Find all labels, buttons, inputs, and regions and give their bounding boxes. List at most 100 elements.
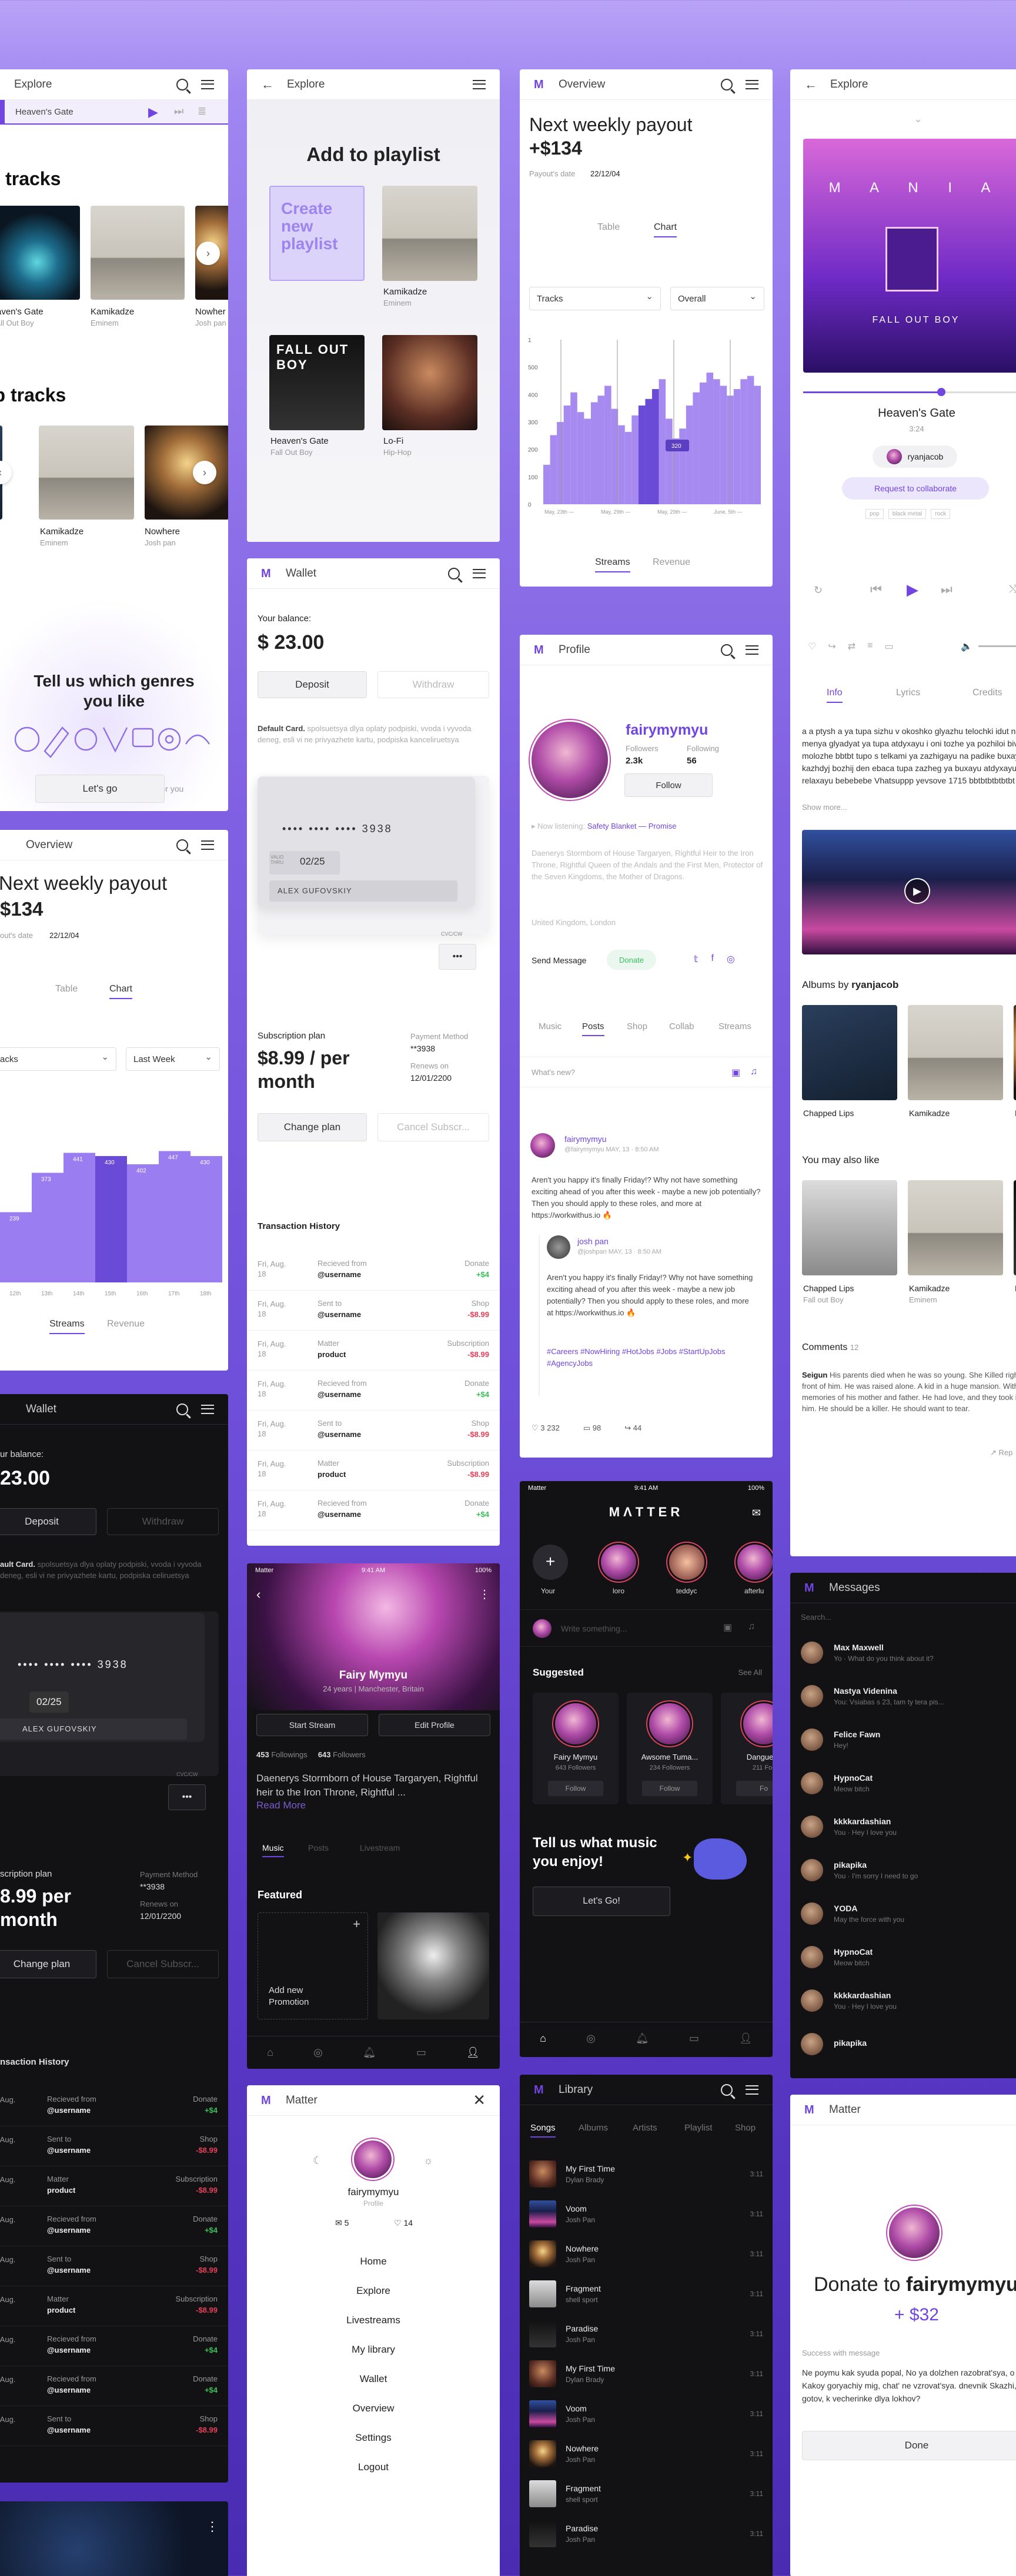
conversation-row[interactable]: HypnoCat Meow bitch (790, 1762, 1016, 1804)
transaction-row[interactable]: Fri, Aug. 18 Recieved from @username Donate… (0, 2090, 228, 2126)
collapse-icon[interactable]: ⌄ (914, 113, 923, 125)
conversation-row[interactable]: HypnoCat Meow bitch (790, 1936, 1016, 1978)
featured-art[interactable] (377, 1912, 489, 2019)
image-icon[interactable]: ▣ (731, 1067, 740, 1078)
post-avatar[interactable] (530, 1133, 555, 1158)
song-row[interactable]: Paradise Josh Pan 3:11 (529, 2514, 763, 2553)
album-art[interactable] (908, 1180, 1003, 1275)
conversation-row[interactable]: kkkkardashian You · Hey I love you (790, 1805, 1016, 1848)
back-icon[interactable]: ← (261, 77, 274, 92)
story-avatar[interactable] (669, 1545, 704, 1580)
avatar[interactable] (532, 722, 608, 798)
period-select[interactable]: Overall (670, 287, 764, 310)
menu-icon[interactable] (201, 1404, 214, 1414)
withdraw-button[interactable]: Withdraw (107, 1508, 219, 1535)
tab-chart[interactable]: Chart (109, 984, 133, 999)
period-select[interactable]: Last Week (126, 1047, 220, 1071)
transaction-row[interactable]: Fri, Aug. 18 Sent to @username Shop -$8.99 (0, 2250, 228, 2286)
transaction-row[interactable]: Fri, Aug. 18 Matter product Subscription -$8… (247, 1334, 500, 1371)
more-icon[interactable]: ⋮ (479, 1587, 490, 1602)
conversation-row[interactable]: Max Maxwell Yo · What do you think about … (790, 1632, 1016, 1674)
close-icon[interactable]: ✕ (473, 2091, 486, 2109)
album-art[interactable] (802, 1005, 897, 1100)
volume-slider[interactable] (978, 645, 1016, 647)
donate-button[interactable]: Donate (607, 950, 656, 970)
menu-item[interactable]: Livestreams (247, 2314, 500, 2326)
transaction-row[interactable]: Fri, Aug. 18 Matter product Subscription -$8… (247, 1454, 500, 1490)
profile-icon[interactable]: 👤︎ (466, 2046, 480, 2059)
likes-count[interactable]: ♡ 14 (394, 2218, 413, 2228)
bank-card[interactable]: •••• •••• •••• 3938 VALID THRU 02/25 ALE… (258, 777, 475, 906)
menu-icon[interactable] (473, 79, 486, 89)
mini-player[interactable]: Heaven's Gate ▶ ⏭ ≣ (0, 100, 228, 125)
image-icon[interactable]: ▣ (723, 1622, 732, 1633)
see-all-link[interactable]: See All (738, 1668, 762, 1677)
suggested-card[interactable]: Dangue D 211 Foll Fo (721, 1693, 773, 1804)
messages-count[interactable]: ✉ 5 (335, 2218, 349, 2228)
bell-icon[interactable]: 🔔︎ (636, 2032, 649, 2045)
search-icon[interactable] (176, 78, 188, 91)
tab-songs[interactable]: Songs (530, 2123, 556, 2138)
tab-lyrics[interactable]: Lyrics (896, 688, 920, 698)
tab-info[interactable]: Info (827, 688, 843, 703)
more-icon[interactable]: ⋮ (206, 2519, 219, 2534)
story-avatar[interactable] (737, 1545, 773, 1580)
like-icon[interactable]: ♡ (808, 641, 816, 652)
menu-icon[interactable] (746, 79, 758, 89)
share-icon[interactable]: ↪ (828, 641, 835, 652)
change-plan-button[interactable]: Change plan (258, 1113, 367, 1141)
wallet-icon[interactable]: ▭ (416, 2046, 426, 2059)
done-button[interactable]: Done (802, 2431, 1016, 2460)
transaction-row[interactable]: Fri, Aug. 18 Sent to @username Shop -$8.99 (0, 2410, 228, 2446)
menu-item[interactable]: Settings (247, 2432, 500, 2444)
likes[interactable]: ♡ 3 232 (532, 1423, 560, 1433)
track-art[interactable] (39, 426, 134, 520)
transaction-row[interactable]: Fri, Aug. 18 Sent to @username Shop -$8.99 (247, 1294, 500, 1331)
facebook-icon[interactable]: f (711, 953, 713, 965)
playlist-art[interactable]: FALL OUT BOY (269, 335, 365, 430)
tab-table[interactable]: Table (597, 222, 620, 233)
now-listening-song[interactable]: Safety Blanket — Promise (587, 822, 677, 830)
conversation-row[interactable]: YODA May the force with you (790, 1892, 1016, 1935)
music-icon[interactable]: ♫ (750, 1067, 757, 1077)
carousel-next-button[interactable]: › (196, 242, 220, 265)
back-icon[interactable]: ‹ (256, 1587, 260, 1602)
album-art[interactable] (908, 1005, 1003, 1100)
story-avatar[interactable] (601, 1545, 636, 1580)
tag[interactable]: black metal (888, 509, 927, 519)
progress-handle[interactable] (937, 388, 945, 396)
bell-icon[interactable]: 🔔︎ (363, 2046, 376, 2059)
tab-music[interactable]: Music (539, 1021, 562, 1031)
add-story-button[interactable]: + (533, 1545, 568, 1580)
album-art[interactable] (1014, 1180, 1016, 1275)
tab-revenue[interactable]: Revenue (653, 557, 690, 568)
transaction-row[interactable]: Fri, Aug. 18 Sent to @username Shop -$8.99 (0, 2130, 228, 2166)
metric-select[interactable]: Tracks (529, 287, 661, 310)
tab-revenue[interactable]: Revenue (107, 1319, 145, 1329)
send-message-button[interactable]: Send Message (532, 956, 586, 965)
menu-item[interactable]: Explore (247, 2285, 500, 2297)
prev-icon[interactable]: ⏮ (870, 582, 882, 597)
shares[interactable]: ↪ 44 (624, 1423, 641, 1433)
tab-shop[interactable]: Shop (735, 2123, 756, 2133)
video-play-button[interactable]: ▶ (905, 879, 929, 903)
withdraw-button[interactable]: Withdraw (377, 671, 489, 698)
transaction-row[interactable]: Fri, Aug. 18 Recieved from @username Donate… (247, 1254, 500, 1291)
volume-icon[interactable]: 🔈 (961, 641, 972, 652)
compose-bar[interactable]: Write something... ▣ ♫ (520, 1609, 773, 1647)
song-row[interactable]: Voom Josh Pan 3:11 (529, 2195, 763, 2233)
explore-icon[interactable]: ◎ (586, 2032, 596, 2045)
playlist-art[interactable] (382, 186, 477, 281)
play-icon[interactable]: ▶ (907, 581, 918, 599)
playlist-add-icon[interactable]: ≡ (867, 641, 873, 652)
play-icon[interactable]: ▶ (148, 105, 158, 120)
tab-posts[interactable]: Posts (308, 1843, 329, 1853)
tag[interactable]: rock (931, 509, 951, 519)
conversation-row[interactable]: Nastya Videnina You: Vsiabas s 23, tam ty… (790, 1675, 1016, 1717)
metric-select[interactable]: racks (0, 1047, 116, 1071)
song-row[interactable]: Fragment shell sport 3:11 (529, 2274, 763, 2313)
back-icon[interactable]: ← (804, 77, 817, 92)
repeat-icon[interactable]: ↻ (814, 584, 823, 597)
follow-button[interactable]: Follow (624, 773, 713, 797)
avatar[interactable] (354, 2140, 392, 2178)
